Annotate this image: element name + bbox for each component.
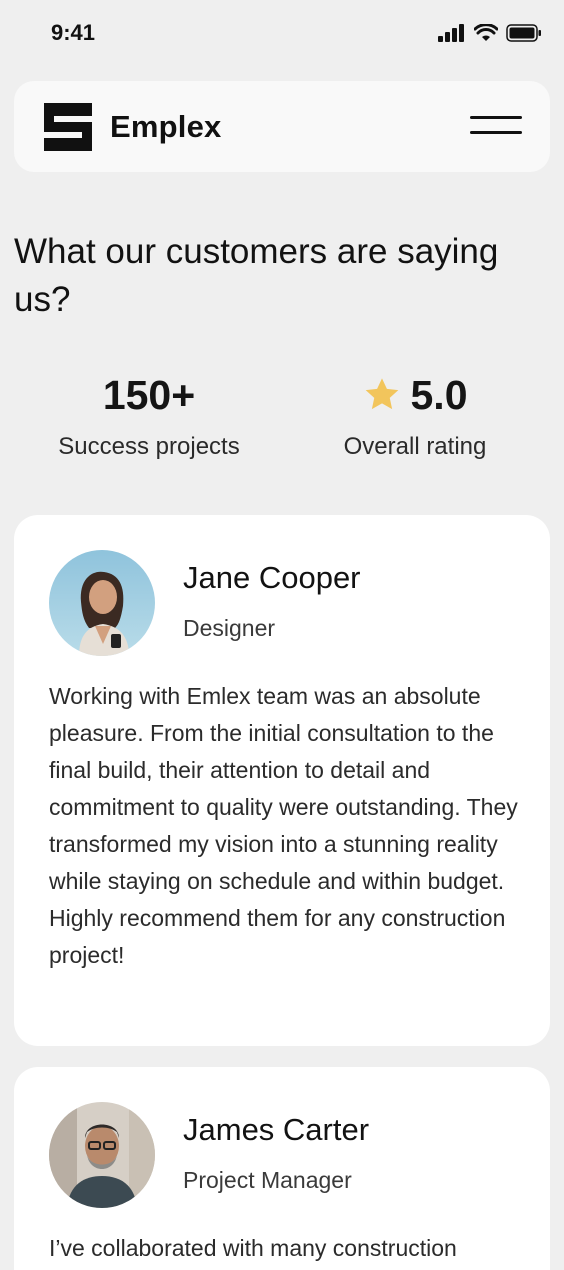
avatar: [49, 1102, 155, 1208]
testimonial-text: I’ve collaborated with many construction: [49, 1235, 457, 1261]
stat-value-text: 150+: [102, 372, 196, 418]
person-role: Project Manager: [183, 1167, 352, 1193]
person-name: Jane Cooper: [183, 560, 361, 595]
stat-label: Overall rating: [343, 433, 487, 460]
brand-name: Emplex: [110, 109, 222, 144]
stat-value-text: 5.0: [410, 372, 468, 418]
battery-icon: [506, 24, 541, 42]
emplex-logo-icon: [44, 103, 92, 151]
status-time: 9:41: [51, 20, 96, 45]
avatar: [49, 550, 155, 656]
page-title: What our customers are saying us?: [14, 232, 499, 319]
testimonials-screen: 9:41 Emplex What our customers are sayin…: [0, 0, 564, 1270]
person-name: James Carter: [183, 1112, 370, 1147]
signal-icon: [438, 24, 464, 42]
testimonial-text: Working with Emlex team was an absolute …: [49, 683, 518, 968]
hamburger-menu-icon[interactable]: [470, 111, 524, 141]
stat-value: 5.0: [300, 367, 530, 423]
app-header: Emplex: [14, 81, 550, 172]
stat-value: 150+: [30, 367, 268, 423]
status-bar: 9:41: [0, 0, 564, 68]
stat-label: Success projects: [58, 433, 240, 460]
star-icon: [365, 378, 398, 410]
testimonial-card: James Carter Project Manager I’ve collab…: [14, 1067, 550, 1270]
stat-success-projects: 150+ Success projects: [30, 367, 268, 461]
stat-overall-rating: 5.0 Overall rating: [300, 367, 530, 461]
testimonial-card: Jane Cooper Designer Working with Emlex …: [14, 515, 550, 1046]
person-role: Designer: [183, 615, 276, 641]
wifi-icon: [474, 24, 498, 41]
status-icons: [438, 24, 542, 42]
